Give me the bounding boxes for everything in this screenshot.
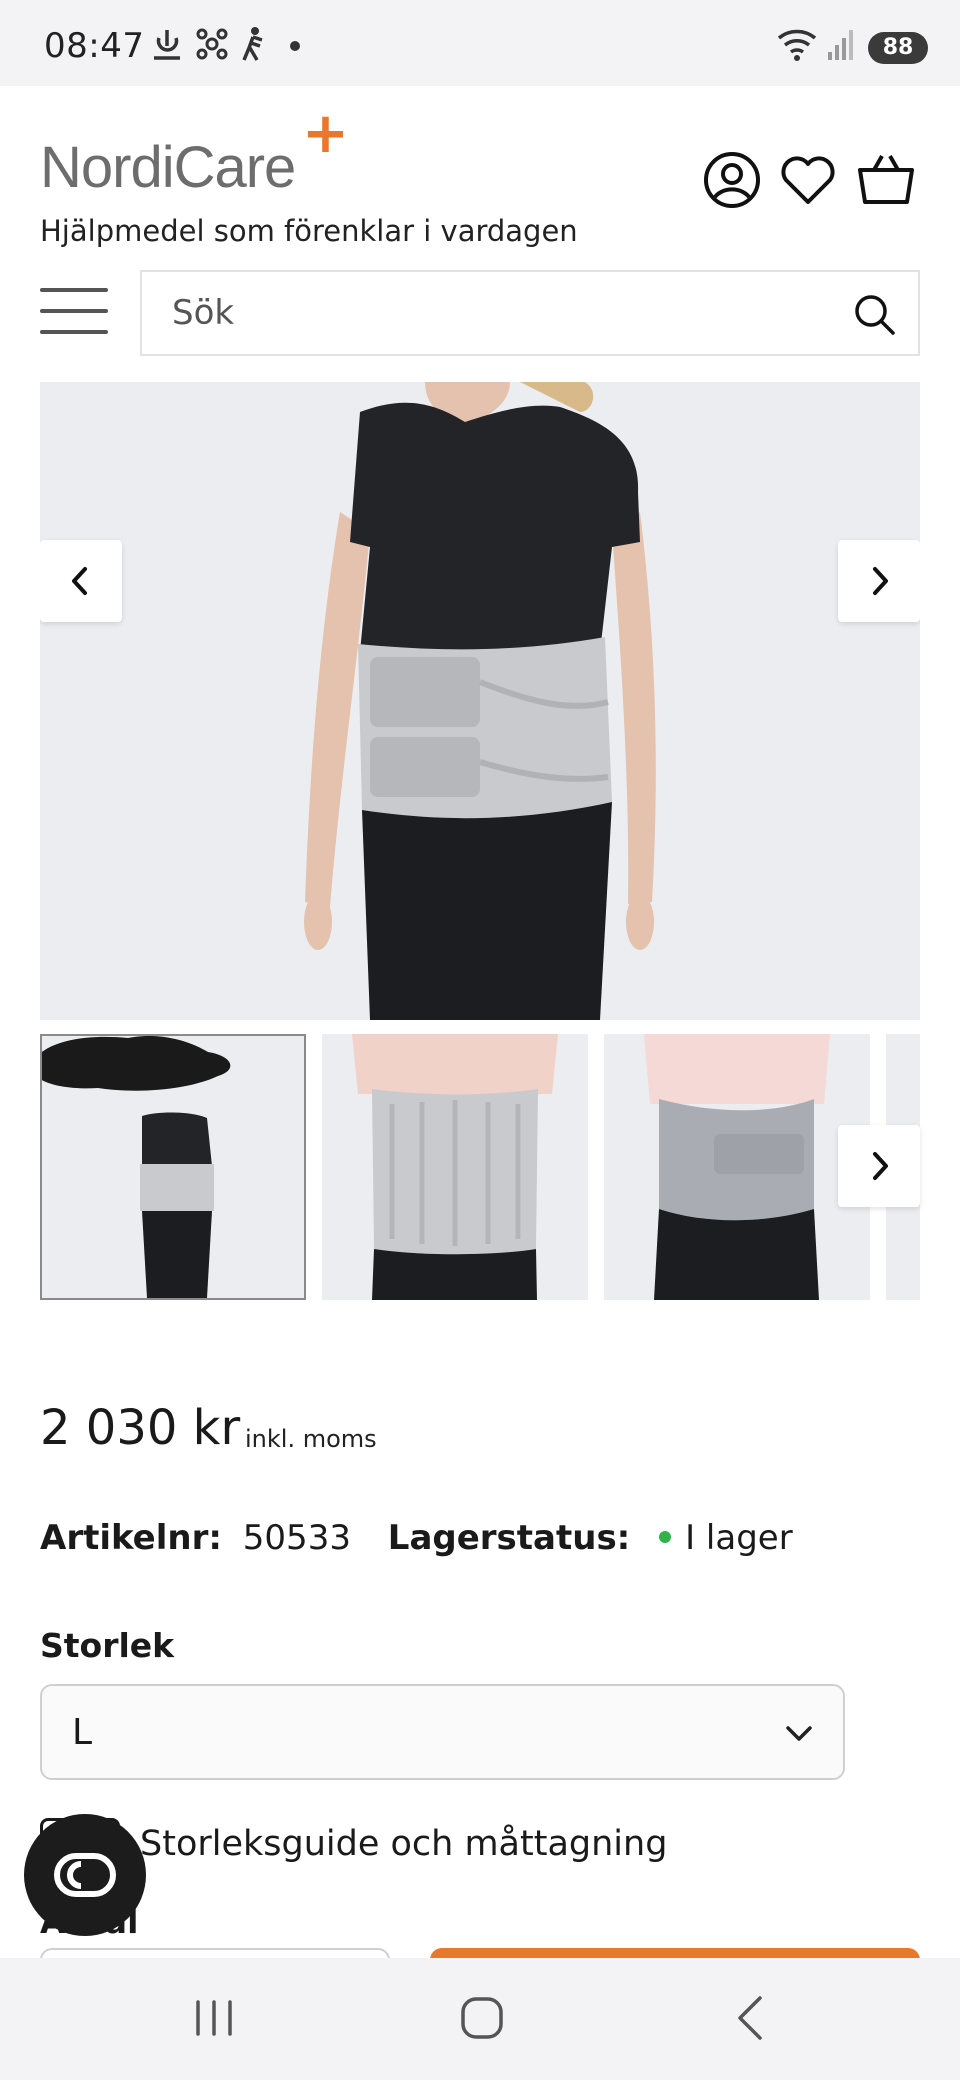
size-select[interactable]: L [40,1684,845,1780]
walking-icon [242,27,263,61]
status-time: 08:47 [44,26,145,66]
price-vat-note: inkl. moms [245,1425,377,1453]
recents-icon[interactable] [184,1988,244,2048]
menu-line [40,288,108,292]
chat-button[interactable] [24,1814,146,1936]
signal-icon [828,30,853,60]
chevron-right-icon [873,567,888,595]
sku-stock-row: Artikelnr: 50533 Lagerstatus: I lager [40,1518,793,1558]
battery-indicator: 88 [868,32,928,64]
search-bar [140,270,920,356]
home-icon[interactable] [452,1988,512,2048]
search-icon[interactable] [852,292,896,336]
search-input[interactable] [172,290,822,336]
logo-text: NordiCare [40,135,296,200]
thumbnail-3[interactable] [604,1034,870,1300]
chevron-left-icon [72,567,87,595]
product-photo [40,382,920,1020]
sku-label: Artikelnr: [40,1518,222,1558]
size-guide-link[interactable]: Storleksguide och måttagning [140,1824,667,1864]
thumbnail-next-button[interactable] [838,1125,920,1207]
tagline: Hjälpmedel som förenklar i vardagen [40,214,578,248]
account-icon[interactable] [702,150,762,210]
product-main-image[interactable] [40,382,920,1020]
logo-plus: + [302,101,349,166]
chevron-right-icon [873,1152,888,1180]
stock-value: I lager [685,1518,793,1558]
thumbnail-1-selected[interactable] [40,1034,306,1300]
menu-line [40,330,108,334]
menu-line [40,309,108,313]
dot-icon [290,41,300,51]
gallery-next-button[interactable] [838,540,920,622]
redaction-mark [42,1036,231,1091]
back-icon[interactable] [722,1988,782,2048]
size-label: Storlek [40,1626,175,1665]
thumbnail-image [604,1034,870,1300]
site-logo[interactable]: NordiCare + [40,106,360,206]
heart-icon[interactable] [778,150,838,210]
thumbnail-image [322,1034,588,1300]
connected-devices-icon [196,28,228,60]
chevron-down-icon [786,1726,812,1741]
size-selected-value: L [72,1712,93,1753]
stock-label: Lagerstatus: [387,1518,631,1558]
sku-value: 50533 [242,1518,351,1558]
hamburger-menu-button[interactable] [40,288,108,340]
thumbnail-2[interactable] [322,1034,588,1300]
chat-icon [54,1853,116,1897]
status-bar: 08:47 88 [0,0,960,86]
product-price: 2 030 kr [40,1400,241,1456]
system-nav-bar [0,1958,960,2080]
wifi-icon [777,29,817,61]
basket-icon[interactable] [856,150,916,210]
data-saver-icon [154,30,180,60]
gallery-prev-button[interactable] [40,540,122,622]
stock-status-dot [659,1530,672,1543]
